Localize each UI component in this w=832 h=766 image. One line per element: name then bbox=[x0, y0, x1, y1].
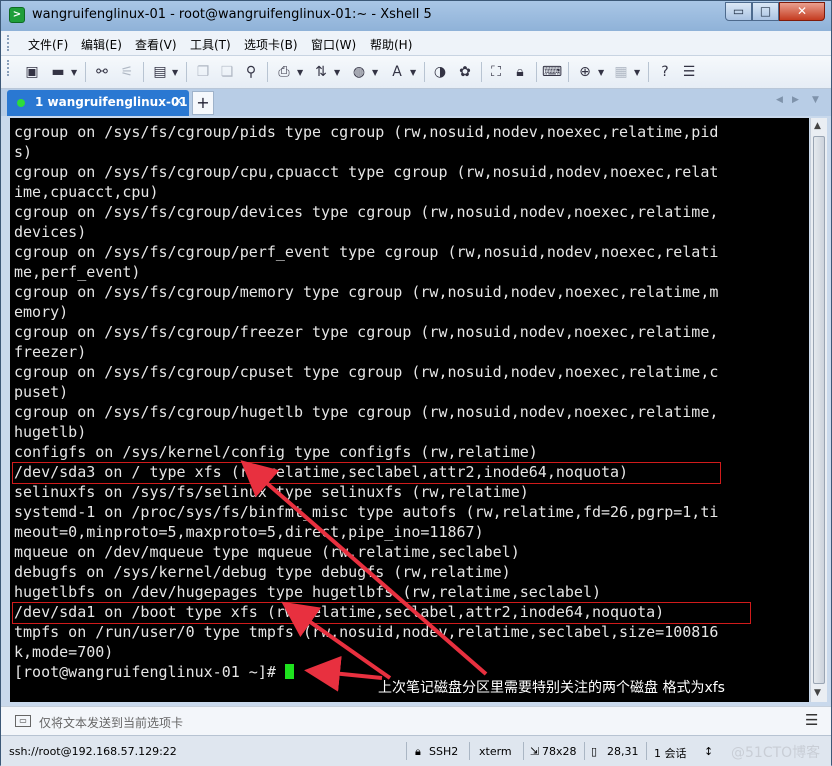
print-icon[interactable]: ⎙ bbox=[275, 63, 293, 81]
arrow-to-sda1 bbox=[281, 601, 392, 680]
status-lock-icon: 🔒︎ bbox=[415, 745, 421, 758]
menu-tabs[interactable]: 选项卡(B) bbox=[244, 36, 298, 53]
toolbar-grip bbox=[7, 60, 12, 76]
layout-dropdown-icon: ▼ bbox=[634, 68, 641, 77]
toolbar-separator bbox=[85, 62, 86, 82]
open-dropdown-icon[interactable]: ▼ bbox=[71, 68, 77, 77]
tab-close-icon[interactable]: × bbox=[173, 94, 184, 109]
toolbar-separator bbox=[568, 62, 569, 82]
watermark: @51CTO博客 bbox=[731, 745, 821, 761]
xshell-window: > wangruifenglinux-01 - root@wangruifeng… bbox=[0, 0, 832, 766]
toolbar-separator bbox=[536, 62, 537, 82]
xftp-icon[interactable]: ◑ bbox=[431, 63, 449, 81]
menu-window[interactable]: 窗口(W) bbox=[311, 36, 356, 53]
toolbar-separator bbox=[267, 62, 268, 82]
add-tab-button[interactable]: + bbox=[192, 91, 214, 115]
scroll-down-icon[interactable]: ▼ bbox=[814, 688, 821, 698]
globe-icon[interactable]: ◍ bbox=[350, 63, 368, 81]
status-separator bbox=[584, 742, 585, 760]
resize-icon: ⇲ bbox=[530, 745, 540, 758]
tab-scroll-right-icon[interactable]: ▶ bbox=[792, 95, 799, 105]
toolbar-separator bbox=[424, 62, 425, 82]
status-term-type: xterm bbox=[479, 745, 512, 758]
toolbar: ▣ ▬ ▼ ⚯ ⚟ ▤ ▼ ❐ ❏ ⚲ ⎙ ▼ ⇅ ▼ ◍ ▼ A ▼ ◑ ✿ … bbox=[1, 56, 831, 89]
keyboard-send-icon: ▭ bbox=[15, 715, 31, 727]
font-icon[interactable]: A bbox=[388, 63, 406, 81]
minimize-button[interactable]: ▭ bbox=[725, 2, 752, 21]
layout-icon: ▦ bbox=[614, 64, 628, 80]
properties-dropdown-icon[interactable]: ▼ bbox=[172, 68, 178, 77]
status-size: 78x28 bbox=[542, 745, 577, 758]
status-connection: ssh://root@192.168.57.129:22 bbox=[9, 745, 177, 758]
maximize-button[interactable]: □ bbox=[752, 2, 779, 21]
copy-icon: ❐ bbox=[196, 64, 210, 80]
tab-scroll-left-icon[interactable]: ◀ bbox=[776, 95, 783, 105]
close-button[interactable]: ✕ bbox=[779, 2, 825, 21]
find-icon[interactable]: ⚲ bbox=[242, 63, 260, 81]
menu-tools[interactable]: 工具(T) bbox=[190, 36, 231, 53]
help-icon[interactable]: ? bbox=[656, 63, 674, 81]
cursor-pos-icon: ▯ bbox=[591, 745, 598, 758]
add-tab-icon[interactable]: ⊕ bbox=[576, 63, 594, 81]
menu-edit[interactable]: 编辑(E) bbox=[81, 36, 122, 53]
paste-icon: ❏ bbox=[220, 64, 234, 80]
fullscreen-icon[interactable]: ⛶ bbox=[487, 63, 505, 81]
tab-label: 1 wangruifenglinux-01 bbox=[35, 95, 188, 109]
status-sessions: 1 会话 bbox=[654, 747, 687, 760]
title-bar[interactable]: > wangruifenglinux-01 - root@wangruifeng… bbox=[1, 1, 831, 31]
print-dropdown-icon[interactable]: ▼ bbox=[297, 68, 303, 77]
window-title: wangruifenglinux-01 - root@wangruifengli… bbox=[32, 7, 432, 22]
annotation-text: 上次笔记磁盘分区里需要特别关注的两个磁盘 格式为xfs bbox=[378, 680, 725, 696]
open-folder-icon[interactable]: ▬ bbox=[49, 63, 67, 81]
status-separator bbox=[469, 742, 470, 760]
menu-bar: 文件(F) 编辑(E) 查看(V) 工具(T) 选项卡(B) 窗口(W) 帮助(… bbox=[1, 31, 831, 56]
tab-list-icon[interactable]: ▼ bbox=[812, 95, 819, 105]
scrollbar-thumb[interactable] bbox=[813, 136, 825, 684]
toolbar-separator bbox=[648, 62, 649, 82]
status-cursor-pos: 28,31 bbox=[607, 745, 639, 758]
menu-file[interactable]: 文件(F) bbox=[28, 36, 68, 53]
tab-session-1[interactable]: 1 wangruifenglinux-01 × bbox=[7, 90, 189, 116]
toolbar-separator bbox=[143, 62, 144, 82]
arrow-to-prompt bbox=[304, 655, 383, 692]
chat-icon[interactable]: ☰ bbox=[680, 63, 698, 81]
session-arrow-icon: ↕ bbox=[704, 745, 714, 758]
tab-bar: 1 wangruifenglinux-01 × + ◀ ▶ ▼ bbox=[1, 89, 831, 116]
reconnect-icon[interactable]: ⚯ bbox=[93, 63, 111, 81]
keyboard-icon[interactable]: ⌨ bbox=[542, 63, 562, 81]
toolbar-separator bbox=[186, 62, 187, 82]
status-protocol: SSH2 bbox=[429, 745, 459, 758]
menubar-grip bbox=[7, 35, 12, 51]
status-separator bbox=[646, 742, 647, 760]
xmanager-icon[interactable]: ✿ bbox=[456, 63, 474, 81]
encoding-dropdown-icon[interactable]: ▼ bbox=[372, 68, 378, 77]
transfer-icon[interactable]: ⇅ bbox=[312, 63, 330, 81]
xshell-app-icon: > bbox=[9, 7, 25, 23]
send-menu-icon[interactable]: ☰ bbox=[805, 711, 818, 729]
status-separator bbox=[523, 742, 524, 760]
toolbar-separator bbox=[481, 62, 482, 82]
disconnect-icon: ⚟ bbox=[120, 64, 134, 80]
add-tab-dropdown-icon[interactable]: ▼ bbox=[598, 68, 604, 77]
menu-view[interactable]: 查看(V) bbox=[135, 36, 177, 53]
status-separator bbox=[406, 742, 407, 760]
terminal-scrollbar[interactable]: ▲ ▼ bbox=[810, 118, 827, 702]
lock-icon[interactable]: 🔒︎ bbox=[511, 63, 529, 81]
annotation-arrows bbox=[240, 460, 488, 692]
font-dropdown-icon[interactable]: ▼ bbox=[410, 68, 416, 77]
transfer-dropdown-icon[interactable]: ▼ bbox=[334, 68, 340, 77]
scroll-up-icon[interactable]: ▲ bbox=[814, 121, 821, 131]
connected-status-icon bbox=[17, 99, 25, 107]
send-bar[interactable]: ▭ 仅将文本发送到当前选项卡 ☰ bbox=[1, 706, 831, 735]
new-session-icon[interactable]: ▣ bbox=[23, 63, 41, 81]
arrow-to-sda3 bbox=[240, 460, 488, 676]
send-input[interactable]: 仅将文本发送到当前选项卡 bbox=[39, 714, 183, 731]
status-bar: ssh://root@192.168.57.129:22 🔒︎ SSH2 xte… bbox=[1, 735, 831, 766]
properties-icon[interactable]: ▤ bbox=[151, 63, 169, 81]
terminal-area[interactable]: cgroup on /sys/fs/cgroup/pids type cgrou… bbox=[10, 118, 809, 702]
menu-help[interactable]: 帮助(H) bbox=[370, 36, 412, 53]
